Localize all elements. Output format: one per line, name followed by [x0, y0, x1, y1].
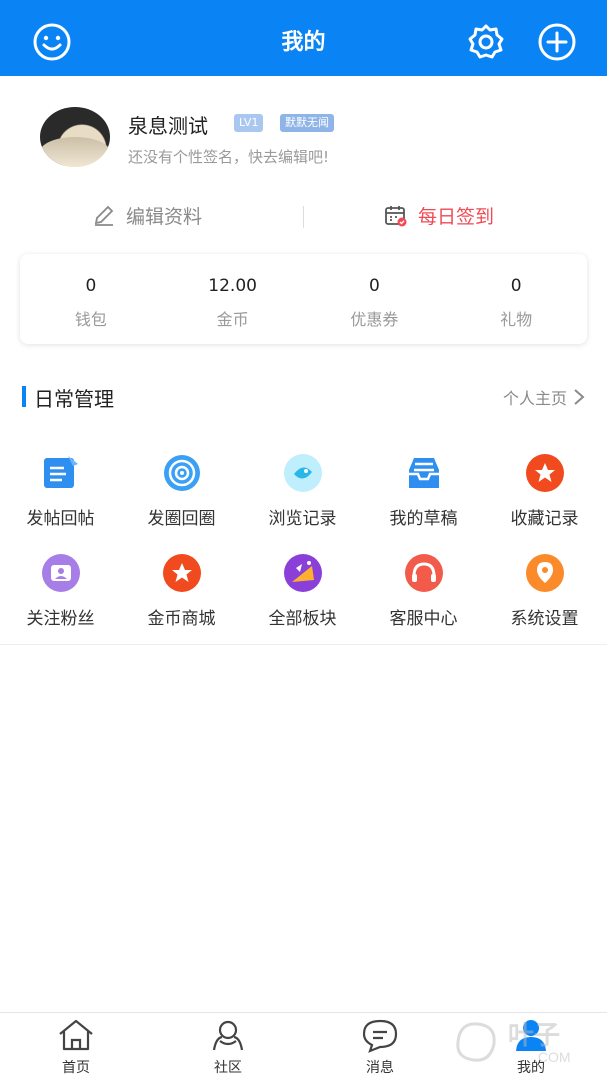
- grid-item-drafts[interactable]: 我的草稿: [363, 452, 484, 529]
- grid-label: 我的草稿: [389, 509, 458, 529]
- watermark-text: 叶子: [508, 1020, 560, 1050]
- grid-label: 金币商城: [147, 609, 216, 629]
- action-row: 编辑资料 每日签到: [0, 198, 607, 238]
- nav-messages[interactable]: 消息: [330, 1017, 430, 1077]
- grid-item-boards[interactable]: 全部板块: [242, 552, 363, 629]
- support-icon: [404, 554, 443, 592]
- pencil-icon: [94, 205, 114, 226]
- history-icon: [283, 454, 322, 492]
- section-accent-bar: [22, 386, 26, 407]
- edit-profile-button[interactable]: 编辑资料: [92, 202, 202, 229]
- stat-value: 0: [368, 276, 380, 296]
- nav-label: 消息: [366, 1060, 394, 1076]
- grid-item-coin-shop[interactable]: 金币商城: [121, 552, 242, 629]
- plus-circle-icon[interactable]: [537, 22, 577, 62]
- message-icon: [362, 1019, 398, 1053]
- post-icon: [43, 456, 78, 488]
- boards-icon: [283, 554, 322, 592]
- stat-value: 0: [510, 276, 522, 296]
- stat-wallet[interactable]: 0 钱包: [20, 254, 162, 344]
- grid-item-settings[interactable]: 系统设置: [484, 552, 605, 629]
- chevron-right-icon: [574, 389, 585, 405]
- daily-signin-label: 每日签到: [418, 206, 495, 228]
- grid-item-posts[interactable]: 发帖回帖: [0, 452, 121, 529]
- settings-pin-icon: [525, 554, 564, 592]
- calendar-icon: [385, 205, 407, 226]
- avatar[interactable]: [40, 107, 110, 167]
- stat-coupons[interactable]: 0 优惠券: [304, 254, 446, 344]
- personal-homepage-link[interactable]: 个人主页: [503, 385, 585, 409]
- grid-label: 全部板块: [268, 609, 337, 629]
- star-icon: [525, 454, 564, 492]
- top-bar: 我的: [0, 0, 607, 76]
- nav-community[interactable]: 社区: [178, 1017, 278, 1077]
- grid-item-followers[interactable]: 关注粉丝: [0, 552, 121, 629]
- rank-badge: 默默无闻: [280, 114, 334, 132]
- nav-home[interactable]: 首页: [26, 1017, 126, 1077]
- circle-icon: [163, 455, 200, 491]
- stat-label: 优惠券: [350, 310, 399, 329]
- grid-label: 发圈回圈: [147, 509, 216, 529]
- page-title: 我的: [281, 30, 326, 55]
- personal-homepage-label: 个人主页: [502, 389, 567, 408]
- daily-signin-button[interactable]: 每日签到: [384, 202, 494, 229]
- community-icon: [212, 1020, 244, 1051]
- grid-label: 浏览记录: [268, 509, 337, 529]
- grid-item-support[interactable]: 客服中心: [363, 552, 484, 629]
- grid-item-favorites[interactable]: 收藏记录: [484, 452, 605, 529]
- profile-page: 我的 泉息测试 LV1 默默无闻 还没有个性签名，快去编辑吧! 编辑资料 每日签…: [0, 0, 607, 1080]
- username: 泉息测试: [128, 114, 208, 138]
- grid-item-history[interactable]: 浏览记录: [242, 452, 363, 529]
- stat-gifts[interactable]: 0 礼物: [445, 254, 587, 344]
- followers-icon: [41, 554, 80, 592]
- nav-label: 首页: [62, 1060, 90, 1076]
- edit-profile-label: 编辑资料: [126, 206, 203, 228]
- grid-label: 发帖回帖: [26, 509, 95, 529]
- grid-item-circles[interactable]: 发圈回圈: [121, 452, 242, 529]
- level-badge: LV1: [234, 114, 264, 132]
- stat-coins[interactable]: 12.00 金币: [162, 254, 304, 344]
- grid-divider: [0, 644, 607, 645]
- watermark-logo: 叶子 .COM: [456, 1020, 571, 1065]
- stat-label: 礼物: [500, 310, 533, 329]
- nav-label: 社区: [214, 1060, 242, 1076]
- section-title: 日常管理: [34, 387, 114, 411]
- shop-star-icon: [162, 554, 201, 592]
- watermark-sub: .COM: [534, 1049, 571, 1065]
- stat-value: 0: [85, 276, 97, 296]
- stats-card: 0 钱包 12.00 金币 0 优惠券 0 礼物: [20, 254, 587, 344]
- home-icon: [59, 1019, 93, 1051]
- stat-label: 金币: [216, 310, 249, 329]
- grid-label: 客服中心: [389, 609, 458, 629]
- drafts-icon: [408, 458, 439, 488]
- grid-label: 收藏记录: [510, 509, 579, 529]
- grid-label: 关注粉丝: [26, 609, 95, 629]
- action-divider: [303, 206, 304, 228]
- grid-label: 系统设置: [510, 609, 579, 629]
- stat-value: 12.00: [208, 276, 257, 296]
- gear-icon[interactable]: [466, 22, 506, 62]
- signature-text[interactable]: 还没有个性签名，快去编辑吧!: [128, 146, 329, 167]
- stat-label: 钱包: [74, 310, 107, 329]
